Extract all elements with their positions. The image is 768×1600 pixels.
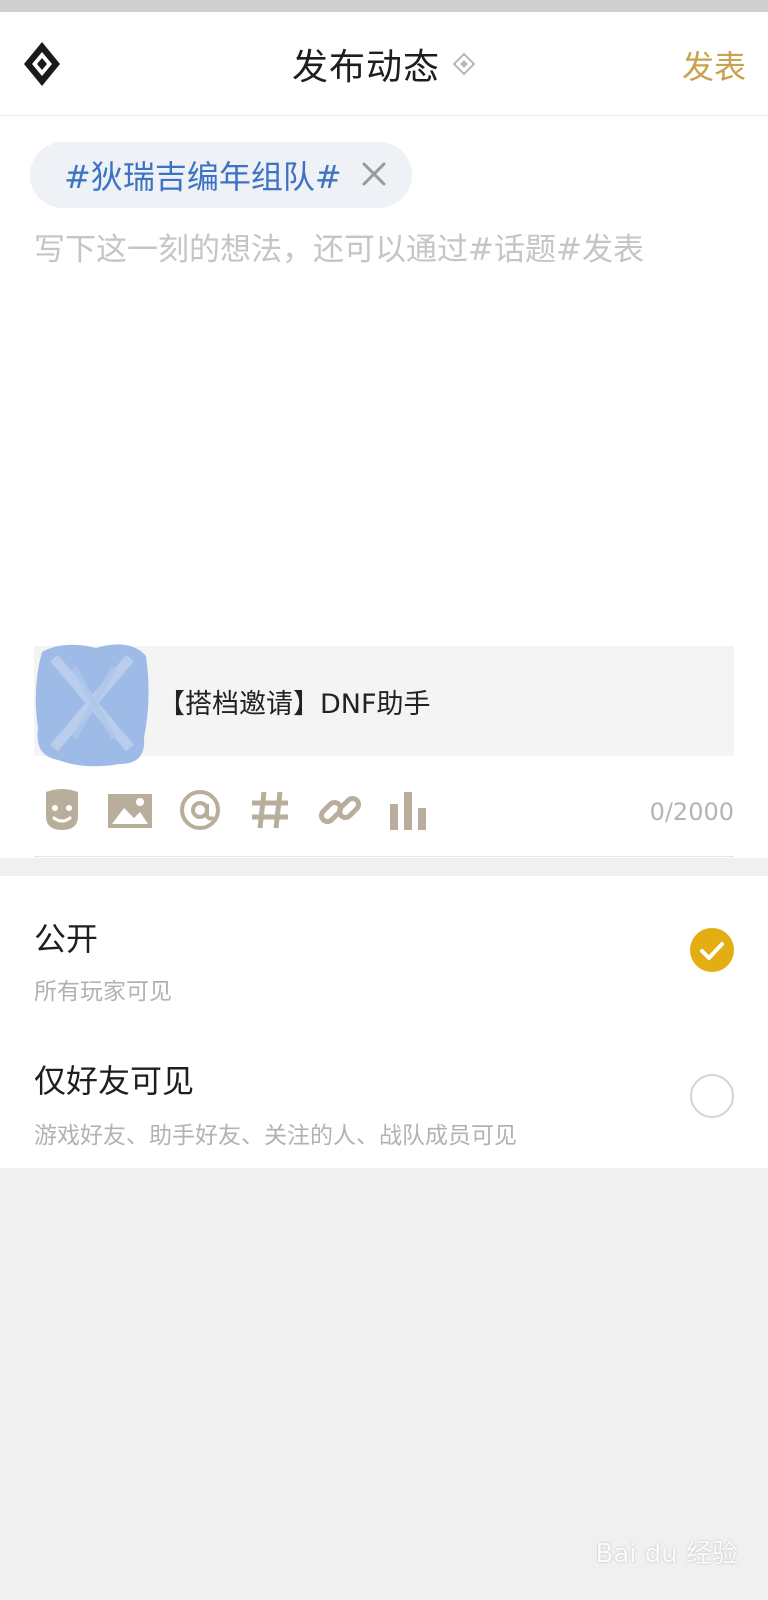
- card-title: 【搭档邀请】DNF助手: [158, 689, 431, 720]
- post-text-input[interactable]: 写下这一刻的想法，还可以通过#话题#发表: [34, 224, 734, 269]
- visibility-options: 公开 所有玩家可见 仅好友可见 游戏好友、助手好友、关注的人、战队成员可见: [0, 876, 768, 1168]
- card-thumbnail: [35, 644, 149, 767]
- app-logo-icon[interactable]: [22, 40, 62, 88]
- hashtag-icon[interactable]: [246, 786, 294, 834]
- header: 发布动态 发表: [0, 12, 768, 116]
- chart-icon[interactable]: [384, 786, 432, 834]
- link-icon[interactable]: [316, 786, 364, 834]
- publish-button[interactable]: 发表: [682, 42, 746, 88]
- watermark: Bai du 经验: [595, 1539, 738, 1569]
- share-card[interactable]: 【搭档邀请】DNF助手: [34, 644, 734, 767]
- option-title: 公开: [34, 920, 99, 958]
- divider: [34, 856, 734, 857]
- toolbar: 0/2000: [34, 784, 734, 848]
- close-icon[interactable]: [358, 158, 390, 190]
- option-subtitle: 所有玩家可见: [34, 979, 172, 1005]
- status-bar: [0, 0, 768, 12]
- visibility-public-option[interactable]: 公开 所有玩家可见: [0, 876, 768, 1022]
- image-icon[interactable]: [106, 786, 154, 834]
- emoji-icon[interactable]: [38, 786, 86, 834]
- radio-unselected[interactable]: [690, 1074, 734, 1118]
- topic-chip[interactable]: #狄瑞吉编年组队#: [30, 142, 412, 208]
- visibility-friends-option[interactable]: 仅好友可见 游戏好友、助手好友、关注的人、战队成员可见: [0, 1022, 768, 1168]
- check-icon: [700, 942, 724, 960]
- option-title: 仅好友可见: [34, 1062, 195, 1100]
- page-title: 发布动态: [291, 47, 440, 88]
- editor-area: #狄瑞吉编年组队# 写下这一刻的想法，还可以通过#话题#发表 【搭档邀请】DNF…: [0, 116, 768, 858]
- option-subtitle: 游戏好友、助手好友、关注的人、战队成员可见: [34, 1123, 517, 1149]
- topic-label: #狄瑞吉编年组队#: [64, 158, 342, 196]
- mention-icon[interactable]: [176, 786, 224, 834]
- diamond-icon: [452, 52, 476, 76]
- char-counter: 0/2000: [649, 798, 734, 826]
- radio-selected[interactable]: [690, 928, 734, 972]
